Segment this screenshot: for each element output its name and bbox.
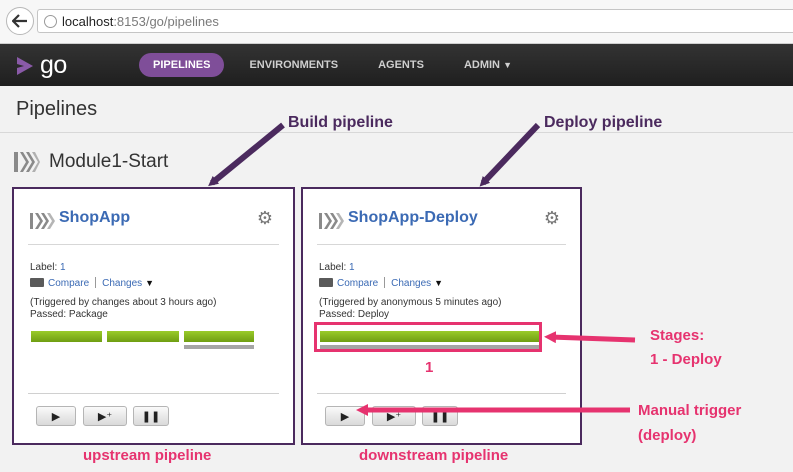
url-path: :8153/go/pipelines — [113, 14, 219, 29]
triggered-text: (Triggered by changes about 3 hours ago) — [30, 297, 217, 308]
main-nav: PIPELINES ENVIRONMENTS AGENTS ADMIN ▼ — [139, 53, 552, 77]
gear-icon[interactable]: ⚙ — [544, 208, 560, 229]
url-text: localhost:8153/go/pipelines — [62, 14, 219, 29]
play-with-options-icon: ▶⁺ — [386, 410, 402, 423]
pipeline-group-icon — [14, 152, 40, 172]
browser-back-button[interactable] — [6, 7, 34, 35]
trigger-with-options-button[interactable]: ▶⁺ — [83, 406, 127, 426]
changes-link[interactable]: Changes — [391, 278, 431, 289]
compare-link[interactable]: Compare — [48, 278, 89, 289]
stage-bar[interactable] — [31, 331, 102, 342]
card-content: ShopApp-Deploy ⚙ Label: 1 Compare Changes… — [317, 189, 566, 443]
passed-text: Passed: Package — [30, 309, 108, 320]
heading-divider — [0, 132, 793, 133]
annotation-manual-trigger: Manual trigger — [638, 402, 742, 419]
compare-changes-row: Compare Changes ▼ — [319, 277, 443, 289]
nav-environments[interactable]: ENVIRONMENTS — [249, 53, 338, 77]
label-value-link[interactable]: 1 — [349, 262, 355, 273]
browser-toolbar: localhost:8153/go/pipelines — [0, 0, 793, 44]
compare-changes-row: Compare Changes ▼ — [30, 277, 154, 289]
play-icon: ▶ — [51, 410, 61, 423]
caret-down-icon: ▼ — [503, 60, 512, 70]
annotation-upstream: upstream pipeline — [83, 447, 212, 464]
app-header: go PIPELINES ENVIRONMENTS AGENTS ADMIN ▼ — [0, 44, 793, 86]
nav-admin[interactable]: ADMIN ▼ — [464, 53, 512, 77]
card-content: ShopApp ⚙ Label: 1 Compare Changes ▼ (Trig… — [28, 189, 279, 443]
stage-highlight-box — [314, 322, 542, 352]
card-header: ShopApp-Deploy ⚙ — [317, 207, 566, 245]
triggered-text: (Triggered by anonymous 5 minutes ago) — [319, 297, 502, 308]
trigger-button[interactable]: ▶ — [325, 406, 365, 426]
stage-bar[interactable] — [184, 331, 254, 342]
nav-admin-label: ADMIN — [463, 59, 500, 71]
caret-down-icon[interactable]: ▼ — [434, 278, 443, 288]
globe-icon — [44, 15, 57, 28]
pause-icon: ❚❚ — [430, 410, 450, 423]
stage-bar[interactable] — [107, 331, 179, 342]
compare-icon — [30, 278, 44, 287]
pause-button[interactable]: ❚❚ — [422, 406, 458, 426]
page-title: Pipelines — [16, 98, 98, 120]
separator — [95, 277, 97, 288]
card-header: ShopApp ⚙ — [28, 207, 279, 245]
pipeline-name[interactable]: ShopApp — [59, 209, 130, 227]
back-arrow-icon — [12, 14, 27, 28]
card-footer-divider — [317, 393, 566, 394]
annotation-build-pipeline: Build pipeline — [288, 114, 393, 131]
trigger-with-options-button[interactable]: ▶⁺ — [372, 406, 416, 426]
pause-icon: ❚❚ — [141, 410, 161, 423]
url-host: localhost — [62, 14, 114, 29]
pause-button[interactable]: ❚❚ — [133, 406, 169, 426]
pipeline-group-name[interactable]: Module1-Start — [49, 151, 168, 173]
pipeline-group-header: Module1-Start — [14, 150, 168, 174]
build-pipeline-arrow — [208, 122, 285, 187]
gear-icon[interactable]: ⚙ — [257, 208, 273, 229]
pipeline-card-shopapp: ShopApp ⚙ Label: 1 Compare Changes ▼ (Trig… — [12, 187, 295, 445]
pipeline-icon — [30, 213, 55, 229]
pipeline-icon — [319, 213, 344, 229]
changes-link[interactable]: Changes — [102, 278, 142, 289]
label-caption: Label: — [319, 262, 347, 273]
passed-text: Passed: Deploy — [319, 309, 390, 320]
deploy-pipeline-arrow — [479, 122, 541, 187]
trigger-button[interactable]: ▶ — [36, 406, 76, 426]
go-logo-icon — [17, 56, 33, 75]
pipeline-label: Label: 1 — [319, 262, 355, 273]
annotation-deploy-pipeline: Deploy pipeline — [544, 114, 663, 131]
screenshot-root: localhost:8153/go/pipelines go PIPELINES… — [0, 0, 793, 472]
compare-link[interactable]: Compare — [337, 278, 378, 289]
caret-down-icon[interactable]: ▼ — [145, 278, 154, 288]
nav-agents[interactable]: AGENTS — [378, 53, 424, 77]
annotation-downstream: downstream pipeline — [359, 447, 509, 464]
stage-job-bar — [184, 345, 254, 349]
play-with-options-icon: ▶⁺ — [97, 410, 113, 423]
pipeline-label: Label: 1 — [30, 262, 66, 273]
card-footer-divider — [28, 393, 279, 394]
go-logo[interactable]: go — [14, 51, 67, 80]
logo-text: go — [40, 51, 67, 79]
compare-icon — [319, 278, 333, 287]
pipeline-card-shopapp-deploy: ShopApp-Deploy ⚙ Label: 1 Compare Changes… — [301, 187, 582, 445]
label-value-link[interactable]: 1 — [60, 262, 66, 273]
separator — [384, 277, 386, 288]
address-bar[interactable]: localhost:8153/go/pipelines — [37, 9, 793, 33]
label-caption: Label: — [30, 262, 58, 273]
annotation-manual-trigger-sub: (deploy) — [638, 427, 697, 444]
play-icon: ▶ — [340, 410, 350, 423]
nav-pipelines[interactable]: PIPELINES — [139, 53, 225, 77]
annotation-stage-number: 1 — [425, 359, 434, 376]
annotation-stages-title: Stages: — [650, 327, 705, 344]
pipeline-name[interactable]: ShopApp-Deploy — [348, 209, 478, 227]
annotation-stages-detail: 1 - Deploy — [650, 351, 722, 368]
